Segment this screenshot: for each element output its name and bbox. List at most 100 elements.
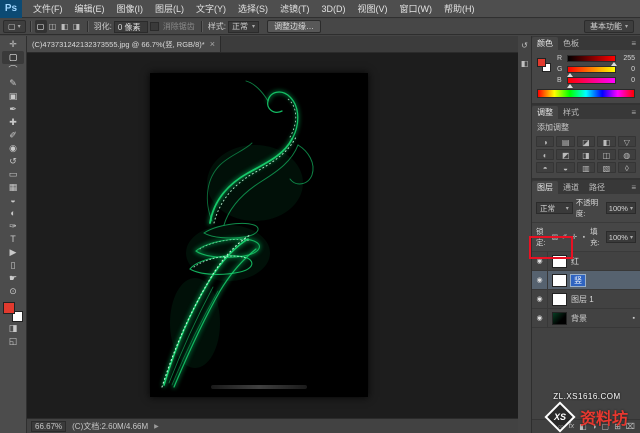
tab-color[interactable]: 颜色: [532, 37, 558, 50]
tab-layers[interactable]: 图层: [532, 181, 558, 194]
layer-visibility-eye-icon[interactable]: ◉: [532, 271, 548, 289]
quick-mask-button[interactable]: ◨: [2, 322, 24, 335]
rectangular-marquee-tool[interactable]: ▢: [2, 51, 24, 64]
document-tab[interactable]: (C)473731242132373555.jpg @ 66.7%(竖, RGB…: [27, 36, 221, 52]
subtract-selection-mode-icon[interactable]: ◧: [59, 20, 71, 33]
screen-mode-button[interactable]: ◱: [2, 335, 24, 348]
adjustment-posterize-icon[interactable]: ◒: [556, 162, 574, 173]
layer-thumbnail[interactable]: [552, 274, 567, 287]
menu-file[interactable]: 文件(F): [27, 0, 69, 18]
brush-tool[interactable]: ✐: [2, 129, 24, 142]
menu-image[interactable]: 图像(I): [111, 0, 150, 18]
slider-handle[interactable]: [567, 84, 573, 88]
layer-row-selected[interactable]: ◉ 竖: [532, 271, 640, 290]
menu-type[interactable]: 文字(Y): [190, 0, 232, 18]
tab-styles[interactable]: 样式: [558, 106, 584, 119]
quick-selection-tool[interactable]: ✎: [2, 77, 24, 90]
path-selection-tool[interactable]: ▶: [2, 246, 24, 259]
foreground-color-swatch[interactable]: [3, 302, 15, 314]
status-arrow-icon[interactable]: ▶: [154, 423, 159, 430]
green-value[interactable]: 0: [619, 66, 635, 73]
red-slider[interactable]: [567, 55, 616, 62]
menu-view[interactable]: 视图(V): [352, 0, 394, 18]
clone-stamp-tool[interactable]: ◉: [2, 142, 24, 155]
mini-color-swatches[interactable]: [537, 58, 552, 73]
opacity-field[interactable]: 100% ▾: [606, 202, 636, 214]
layer-thumbnail[interactable]: [552, 293, 567, 306]
feather-input[interactable]: 0 像素: [114, 21, 148, 33]
new-selection-mode-icon[interactable]: ▢: [35, 20, 47, 33]
eraser-tool[interactable]: ▭: [2, 168, 24, 181]
menu-3d[interactable]: 3D(D): [316, 0, 352, 18]
menu-window[interactable]: 窗口(W): [394, 0, 439, 18]
hand-tool[interactable]: ☛: [2, 272, 24, 285]
pen-tool[interactable]: ✑: [2, 220, 24, 233]
green-slider[interactable]: [567, 66, 616, 73]
adjustment-curves-icon[interactable]: ◪: [577, 136, 595, 147]
blue-slider[interactable]: [567, 77, 616, 84]
adjustment-black-white-icon[interactable]: ◨: [577, 149, 595, 160]
adjustment-color-balance-icon[interactable]: ◩: [556, 149, 574, 160]
close-tab-icon[interactable]: ×: [210, 39, 215, 49]
dodge-tool[interactable]: ◐: [2, 207, 24, 220]
menu-layer[interactable]: 图层(L): [149, 0, 190, 18]
adjustment-brightness-contrast-icon[interactable]: ◑: [536, 136, 554, 147]
adjustment-hue-saturation-icon[interactable]: ◐: [536, 149, 554, 160]
panel-menu-icon[interactable]: ≡: [627, 181, 640, 194]
lasso-tool[interactable]: ⌒: [2, 64, 24, 77]
layer-name[interactable]: 图层 1: [571, 294, 594, 305]
eyedropper-tool[interactable]: ✒: [2, 103, 24, 116]
layer-row-layer1[interactable]: ◉ 图层 1: [532, 290, 640, 309]
properties-panel-icon[interactable]: ◧: [521, 59, 529, 68]
crop-tool[interactable]: ▣: [2, 90, 24, 103]
history-brush-tool[interactable]: ↺: [2, 155, 24, 168]
color-swatches[interactable]: [3, 302, 23, 322]
layer-visibility-eye-icon[interactable]: ◉: [532, 290, 548, 308]
adjustment-threshold-icon[interactable]: ▥: [577, 162, 595, 173]
style-select[interactable]: 正常 ▾: [228, 21, 259, 33]
layer-name[interactable]: 背景: [571, 313, 587, 324]
fill-field[interactable]: 100% ▾: [606, 231, 636, 243]
menu-filter[interactable]: 滤镜(T): [274, 0, 316, 18]
layer-visibility-eye-icon[interactable]: ◉: [532, 309, 548, 327]
red-value[interactable]: 255: [619, 55, 635, 62]
zoom-level-field[interactable]: 66.67%: [31, 421, 66, 432]
tab-paths[interactable]: 路径: [584, 181, 610, 194]
adjustment-invert-icon[interactable]: ◓: [536, 162, 554, 173]
adjustment-photo-filter-icon[interactable]: ◫: [597, 149, 615, 160]
refine-edge-button[interactable]: 调整边缘…: [267, 20, 321, 33]
spot-healing-brush-tool[interactable]: ✚: [2, 116, 24, 129]
type-tool[interactable]: T: [2, 233, 24, 246]
tab-swatches[interactable]: 色板: [558, 37, 584, 50]
adjustment-gradient-map-icon[interactable]: ▧: [597, 162, 615, 173]
document-image[interactable]: [150, 73, 368, 397]
menu-select[interactable]: 选择(S): [232, 0, 274, 18]
adjustment-levels-icon[interactable]: ▤: [556, 136, 574, 147]
photoshop-logo-icon[interactable]: Ps: [0, 0, 22, 18]
add-selection-mode-icon[interactable]: ◫: [47, 20, 59, 33]
layer-thumbnail[interactable]: [552, 312, 567, 325]
panel-menu-icon[interactable]: ≡: [627, 37, 640, 50]
blend-mode-select[interactable]: 正常 ▾: [536, 202, 573, 214]
adjustment-selective-color-icon[interactable]: ◊: [618, 162, 636, 173]
blue-value[interactable]: 0: [619, 77, 635, 84]
panel-menu-icon[interactable]: ≡: [627, 106, 640, 119]
menu-help[interactable]: 帮助(H): [438, 0, 481, 18]
adjustment-exposure-icon[interactable]: ◧: [597, 136, 615, 147]
intersect-selection-mode-icon[interactable]: ◨: [71, 20, 83, 33]
adjustment-channel-mixer-icon[interactable]: ◍: [618, 149, 636, 160]
menu-edit[interactable]: 编辑(E): [69, 0, 111, 18]
antialias-checkbox[interactable]: [150, 22, 159, 31]
tab-adjustments[interactable]: 调整: [532, 106, 558, 119]
blur-tool[interactable]: ◒: [2, 194, 24, 207]
tab-channels[interactable]: 通道: [558, 181, 584, 194]
rectangle-tool[interactable]: ▯: [2, 259, 24, 272]
workspace-switcher[interactable]: 基本功能 ▾: [584, 20, 634, 33]
history-panel-icon[interactable]: ↺: [521, 41, 528, 50]
layer-row-background[interactable]: ◉ 背景 ▪: [532, 309, 640, 328]
layer-name-edit-field[interactable]: 竖: [571, 275, 585, 286]
lock-all-icon[interactable]: ▪: [581, 234, 588, 241]
adjustment-vibrance-icon[interactable]: ▽: [618, 136, 636, 147]
zoom-tool[interactable]: ⊙: [2, 285, 24, 298]
move-tool[interactable]: ✛: [2, 38, 24, 51]
